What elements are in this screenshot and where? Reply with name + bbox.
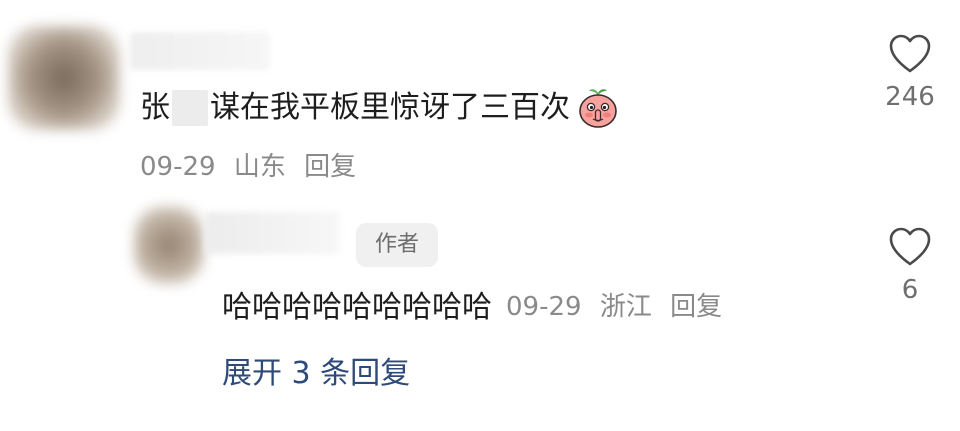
author-name-redacted[interactable] <box>205 212 340 254</box>
comment-reply-button[interactable]: 回复 <box>304 152 356 182</box>
comment-like-button[interactable]: 246 <box>882 34 938 112</box>
heart-icon[interactable] <box>888 227 932 267</box>
commenter-avatar[interactable] <box>8 26 120 130</box>
comment-text: 张 谋在我平板里惊讶了三百次 <box>140 86 620 130</box>
comment-location: 山东 <box>233 152 286 182</box>
expand-replies-link[interactable]: 展开 3 条回复 <box>222 353 410 395</box>
author-avatar[interactable] <box>134 206 204 284</box>
comment-meta: 09-29 山东 回复 <box>140 149 356 185</box>
reply-date: 09-29 <box>506 291 582 322</box>
reply-location: 浙江 <box>599 291 652 322</box>
comment-date: 09-29 <box>140 152 216 182</box>
reply-reply-button[interactable]: 回复 <box>670 292 722 322</box>
redacted-character <box>172 90 208 126</box>
heart-icon[interactable] <box>888 34 932 74</box>
reply-like-count: 6 <box>901 275 919 305</box>
reply-line: 哈哈哈哈哈哈哈哈哈 09-29 浙江 回复 <box>222 284 722 325</box>
reply-like-button[interactable]: 6 <box>882 227 938 305</box>
comment-text-suffix: 谋在我平板里惊讶了三百次 <box>210 90 570 125</box>
commenter-name-redacted[interactable] <box>130 32 270 70</box>
reply-text: 哈哈哈哈哈哈哈哈哈 <box>222 290 492 325</box>
comment-like-count: 246 <box>885 82 935 112</box>
reply-meta: 09-29 浙江 回复 <box>506 286 722 323</box>
comment-text-prefix: 张 <box>140 90 170 125</box>
shh-peach-emoji-icon <box>579 89 617 128</box>
author-badge: 作者 <box>356 223 438 267</box>
